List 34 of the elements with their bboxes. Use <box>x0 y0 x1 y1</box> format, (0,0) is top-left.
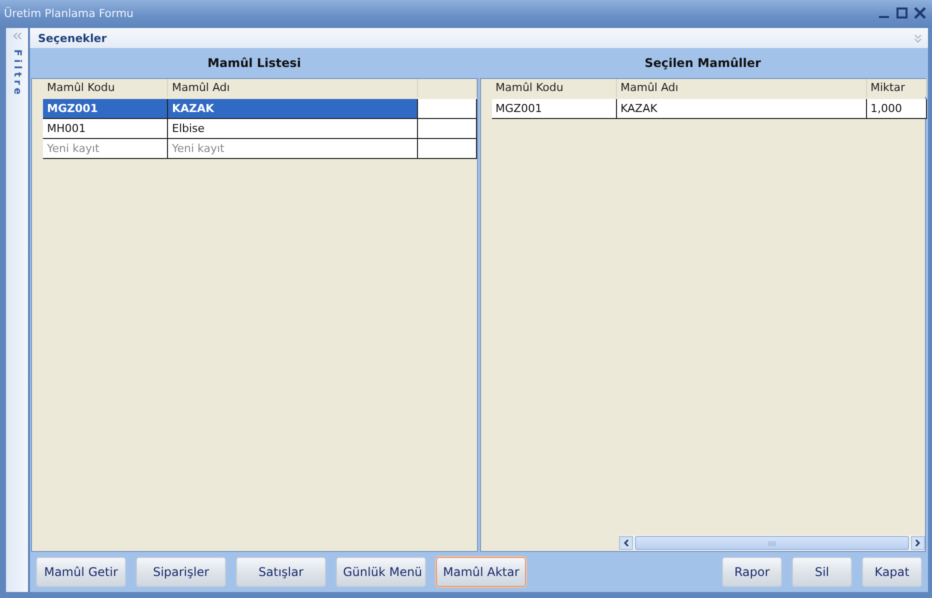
panel-title: Seçilen Mamûller <box>644 55 762 72</box>
options-title: Seçenekler <box>38 32 107 44</box>
horizontal-scrollbar[interactable] <box>618 535 925 551</box>
action-button[interactable]: Sil <box>792 557 852 587</box>
action-button[interactable]: Satışlar <box>236 557 326 587</box>
action-button[interactable]: Rapor <box>722 557 782 587</box>
maximize-icon[interactable] <box>896 7 908 19</box>
filter-label[interactable]: Filtre <box>12 49 22 98</box>
table-cell[interactable]: 1,000 <box>866 99 926 119</box>
action-button[interactable]: Günlük Menü <box>336 557 426 587</box>
scroll-thumb[interactable] <box>634 536 909 550</box>
table-cell[interactable]: Elbise <box>168 119 418 139</box>
action-button[interactable]: Kapat <box>862 557 922 587</box>
scroll-left-icon[interactable] <box>618 536 632 550</box>
table-cell[interactable]: MH001 <box>43 119 168 139</box>
window-title: Üretim Planlama Formu <box>4 6 134 20</box>
table-cell[interactable] <box>418 99 476 119</box>
new-row-cell[interactable]: Yeni kayıt <box>43 139 168 159</box>
close-icon[interactable] <box>914 7 926 19</box>
table-cell[interactable] <box>418 139 476 159</box>
panel-title: Mamûl Listesi <box>206 55 302 72</box>
table-cell[interactable]: MGZ001 <box>43 99 168 119</box>
action-button[interactable]: Mamûl Getir <box>36 557 126 587</box>
action-button[interactable]: Mamûl Aktar <box>436 557 526 587</box>
options-bar[interactable]: Seçenekler <box>30 28 928 48</box>
table-cell[interactable]: KAZAK <box>616 99 866 119</box>
table-cell[interactable] <box>418 119 476 139</box>
new-row-cell[interactable]: Yeni kayıt <box>168 139 418 159</box>
column-header[interactable]: Miktar <box>866 79 926 97</box>
action-button[interactable]: Siparişler <box>136 557 226 587</box>
table-cell[interactable]: KAZAK <box>168 99 418 119</box>
column-header[interactable]: Mamûl Adı <box>616 79 866 97</box>
scroll-right-icon[interactable] <box>911 536 925 550</box>
table-cell[interactable]: MGZ001 <box>492 99 616 119</box>
